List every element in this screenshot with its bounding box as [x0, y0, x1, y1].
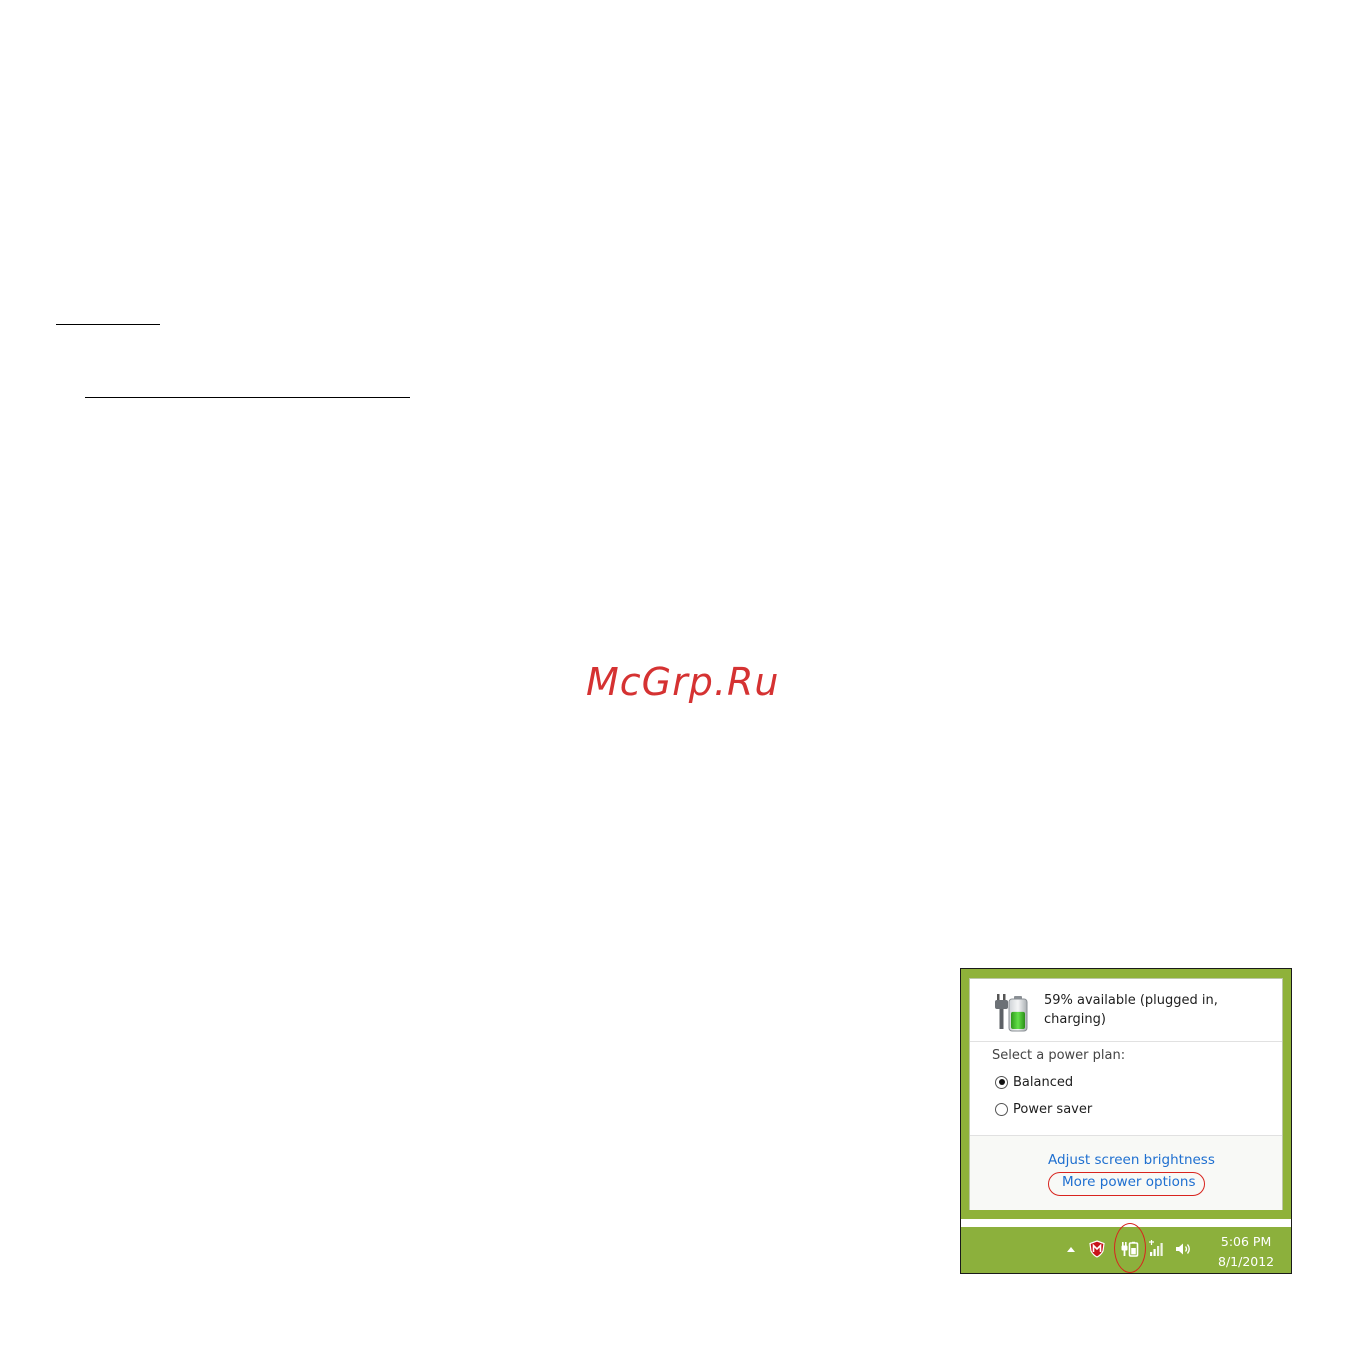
plan-power-saver-label: Power saver	[1013, 1101, 1093, 1117]
watermark-text: McGrp.Ru	[586, 660, 780, 704]
clock-time: 5:06 PM	[1220, 1234, 1272, 1249]
battery-plug-icon	[995, 994, 1028, 1032]
mcafee-shield-icon[interactable]	[1087, 1239, 1107, 1259]
power-links-area: Adjust screen brightness More power opti…	[970, 1136, 1282, 1210]
network-signal-icon[interactable]	[1147, 1239, 1167, 1259]
power-battery-icon[interactable]	[1120, 1239, 1140, 1259]
taskbar-clock[interactable]: 5:06 PM 8/1/2012	[1218, 1232, 1274, 1272]
more-power-options-link[interactable]: More power options	[1062, 1174, 1196, 1190]
heading-rule	[85, 397, 410, 398]
battery-status-text: 59% available (plugged in, charging)	[1044, 993, 1218, 1027]
power-flyout-panel: 59% available (plugged in, charging) Sel…	[969, 978, 1283, 1210]
adjust-brightness-link[interactable]: Adjust screen brightness	[1048, 1152, 1215, 1168]
radio-balanced[interactable]	[995, 1075, 1008, 1089]
show-hidden-icons-arrow-icon[interactable]	[1061, 1239, 1081, 1259]
top-short-rule	[56, 324, 160, 325]
clock-date: 8/1/2012	[1218, 1254, 1275, 1269]
power-flyout-screenshot: 59% available (plugged in, charging) Sel…	[960, 968, 1292, 1274]
divider-status	[970, 1041, 1282, 1042]
plan-balanced-label: Balanced	[1013, 1074, 1074, 1090]
radio-power-saver[interactable]	[995, 1102, 1008, 1116]
battery-status-row: 59% available (plugged in, charging)	[970, 979, 1282, 1041]
plan-power-saver-option[interactable]: Power saver	[995, 1100, 1092, 1118]
taskbar: 5:06 PM 8/1/2012	[961, 1223, 1291, 1273]
power-plan-label: Select a power plan:	[992, 1048, 1126, 1063]
volume-speaker-icon[interactable]	[1173, 1239, 1193, 1259]
plan-balanced-option[interactable]: Balanced	[995, 1073, 1073, 1091]
